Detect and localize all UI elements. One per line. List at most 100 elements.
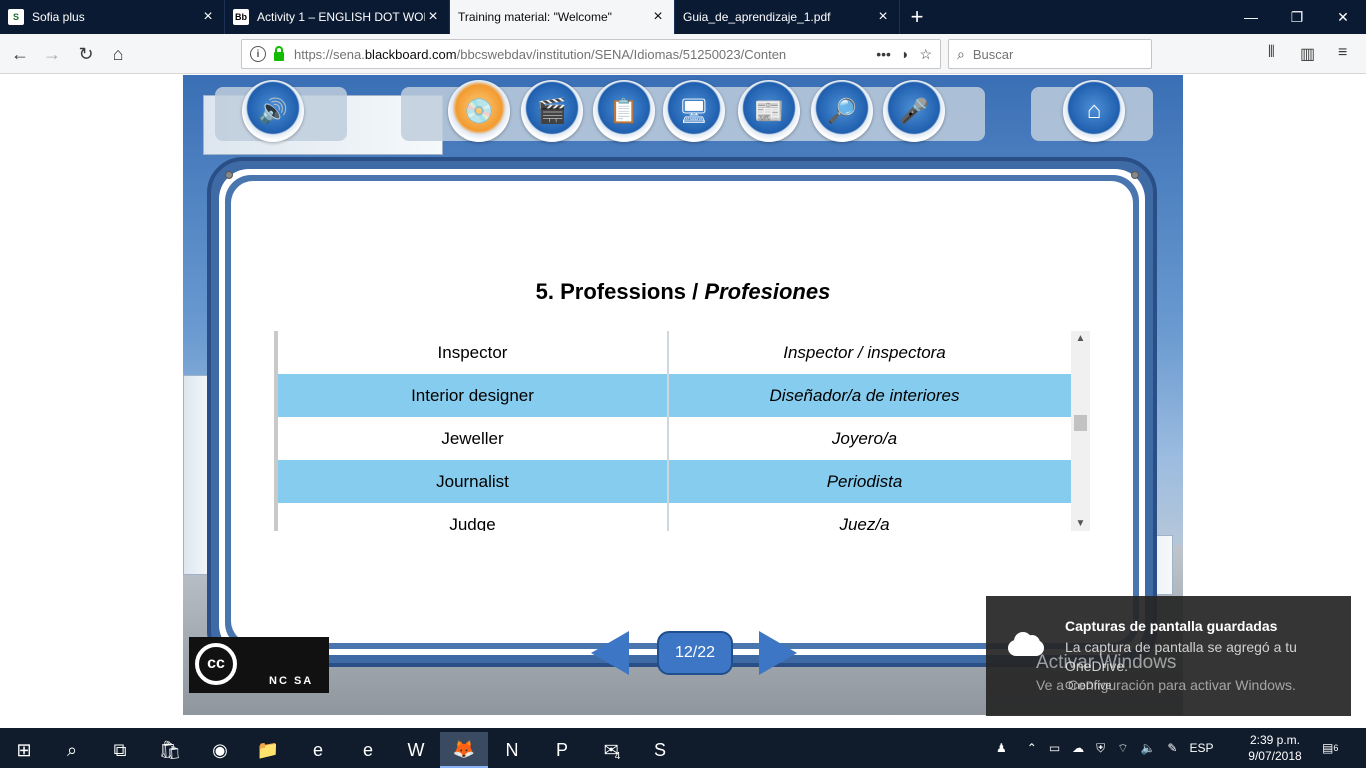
search-icon[interactable]: ⌕ — [48, 732, 96, 768]
tab-title: Guia_de_aprendizaje_1.pdf — [683, 10, 831, 24]
search-input[interactable]: ⌕ Buscar — [948, 39, 1152, 69]
system-clock[interactable]: 2:39 p.m. 9/07/2018 — [1244, 732, 1306, 764]
table-row: Journalist Periodista — [278, 460, 1090, 503]
spanish-term: Inspector / inspectora — [783, 342, 946, 362]
magnifier-book-icon[interactable]: 🔎 — [811, 80, 873, 142]
word-icon[interactable]: W — [392, 732, 440, 768]
people-icon[interactable]: ♟ — [996, 741, 1007, 755]
battery-icon[interactable]: ▭ — [1049, 741, 1060, 755]
screw-decoration — [225, 171, 233, 179]
english-term: Jeweller — [278, 417, 669, 460]
forward-button[interactable]: → — [38, 40, 66, 68]
mail-icon[interactable]: ✉ 4 — [588, 732, 636, 768]
show-hidden-icons-icon[interactable]: ⌃ — [1027, 741, 1037, 755]
home-button[interactable]: ⌂ — [104, 40, 132, 68]
computer-icon[interactable]: 🖥 — [663, 80, 725, 142]
spanish-term: Joyero/a — [831, 428, 898, 448]
powerpoint-icon[interactable]: P — [538, 732, 586, 768]
table-scrollbar[interactable]: ▲ ▼ — [1071, 331, 1090, 531]
netflix-icon[interactable]: N — [488, 732, 536, 768]
security-icon[interactable]: ⛨ — [1096, 741, 1105, 756]
clapperboard-icon[interactable]: 🎬 — [521, 80, 583, 142]
system-tray: ♟ ⌃ ▭ ☁ ⛨ ⌔ 🔈 ✎ ESP — [996, 728, 1214, 768]
microphone-icon[interactable]: 🎤 — [883, 80, 945, 142]
creative-commons-badge: cc NC SA — [189, 637, 329, 693]
taskbar: ⊞ ⌕ ⧉ 🛍 ◉ 📁 e e W 🦊 N P ✉ 4 S ♟ ⌃ ▭ ☁ ⛨ ⌔… — [0, 728, 1366, 768]
speaker-icon[interactable]: 🔊 — [242, 80, 304, 142]
network-icon[interactable]: ⌔ — [1117, 741, 1128, 756]
table-row: Judge Juez/a — [278, 503, 1090, 531]
cd-icon[interactable]: 💿 — [448, 80, 510, 142]
spanish-term: Diseñador/a de interiores — [769, 385, 960, 405]
scroll-down-icon[interactable]: ▼ — [1071, 518, 1090, 529]
restore-icon[interactable]: ❐ — [1274, 0, 1320, 34]
vocabulary-table[interactable]: Inspector Inspector / inspectora Interio… — [274, 331, 1090, 531]
english-term: Inspector — [278, 331, 669, 374]
lock-icon[interactable] — [274, 45, 284, 61]
tab-training-material[interactable]: Training material: "Welcome" × — [450, 0, 675, 34]
library-icon[interactable]: ⫴ — [1268, 44, 1275, 62]
windows-start-icon[interactable]: ⊞ — [0, 732, 48, 768]
internet-explorer-icon[interactable]: e — [294, 732, 342, 768]
page-indicator: 12/22 — [657, 631, 733, 675]
tab-title: Sofia plus — [32, 10, 85, 24]
notification-title: Capturas de pantalla guardadas — [1065, 618, 1278, 634]
store-icon[interactable]: 🛍 — [146, 732, 194, 768]
english-term: Journalist — [278, 460, 669, 503]
home-icon[interactable]: ⌂ — [1063, 80, 1125, 142]
chrome-icon[interactable]: ◉ — [196, 732, 244, 768]
previous-page-button[interactable] — [591, 631, 629, 675]
sofia-plus-icon: S — [8, 9, 24, 25]
back-button[interactable]: ← — [6, 40, 34, 68]
window-close-icon[interactable]: ✕ — [1320, 0, 1366, 34]
table-row: Jeweller Joyero/a — [278, 417, 1090, 460]
close-tab-icon[interactable]: × — [200, 9, 216, 25]
search-placeholder: Buscar — [972, 46, 1014, 62]
english-term: Interior designer — [278, 374, 669, 417]
address-bar[interactable]: i https://sena.blackboard.com/bbcswebdav… — [241, 39, 941, 69]
search-icon: ⌕ — [957, 45, 965, 62]
cc-logo-icon: cc — [195, 643, 237, 685]
tab-sofia-plus[interactable]: S Sofia plus × — [0, 0, 225, 34]
edge-icon[interactable]: e — [344, 732, 392, 768]
action-center-icon[interactable]: ▤ 6 — [1322, 728, 1338, 768]
close-tab-icon[interactable]: × — [425, 9, 441, 25]
activation-watermark-text: Ve a Configuración para activar Windows. — [1036, 677, 1296, 693]
scroll-up-icon[interactable]: ▲ — [1071, 333, 1090, 344]
close-tab-icon[interactable]: × — [650, 9, 666, 25]
tab-title: Training material: "Welcome" — [458, 10, 612, 24]
task-view-icon[interactable]: ⧉ — [96, 732, 144, 768]
documents-icon[interactable]: 📰 — [738, 80, 800, 142]
url-text[interactable]: https://sena.blackboard.com/bbcswebdav/i… — [294, 47, 876, 62]
bookmark-star-icon[interactable]: ☆ — [919, 46, 932, 63]
activation-watermark-title: Activar Windows — [1036, 652, 1177, 673]
table-row: Interior designer Diseñador/a de interio… — [278, 374, 1090, 417]
page-actions-icon[interactable]: ••• — [876, 46, 891, 63]
firefox-icon[interactable]: 🦊 — [440, 732, 488, 768]
next-page-button[interactable] — [759, 631, 797, 675]
menu-icon[interactable]: ≡ — [1338, 44, 1347, 62]
clock-time: 2:39 p.m. — [1249, 733, 1301, 747]
volume-icon[interactable]: 🔈 — [1140, 741, 1155, 755]
new-tab-button[interactable]: + — [900, 0, 934, 34]
skype-icon[interactable]: S — [636, 732, 684, 768]
english-term: Judge — [278, 503, 669, 531]
pen-icon[interactable]: ✎ — [1167, 741, 1177, 755]
close-tab-icon[interactable]: × — [875, 9, 891, 25]
checklist-icon[interactable]: 📋 — [593, 80, 655, 142]
clock-date: 9/07/2018 — [1248, 749, 1302, 763]
sidebar-icon[interactable]: ▥ — [1300, 44, 1315, 64]
spanish-term: Juez/a — [839, 514, 890, 532]
file-explorer-icon[interactable]: 📁 — [244, 732, 292, 768]
spanish-term: Periodista — [826, 471, 903, 491]
pocket-icon[interactable]: ◗ — [901, 46, 909, 63]
reload-button[interactable]: ↻ — [72, 40, 100, 68]
tab-guia-pdf[interactable]: Guia_de_aprendizaje_1.pdf × — [675, 0, 900, 34]
page-title: 5. Professions / Profesiones — [535, 279, 831, 304]
onedrive-tray-icon[interactable]: ☁ — [1072, 741, 1084, 755]
scrollbar-thumb[interactable] — [1074, 415, 1087, 431]
input-language[interactable]: ESP — [1189, 741, 1213, 755]
minimize-icon[interactable]: — — [1228, 0, 1274, 34]
site-info-icon[interactable]: i — [250, 46, 266, 62]
tab-activity-1[interactable]: Bb Activity 1 – ENGLISH DOT WOR × — [225, 0, 450, 34]
